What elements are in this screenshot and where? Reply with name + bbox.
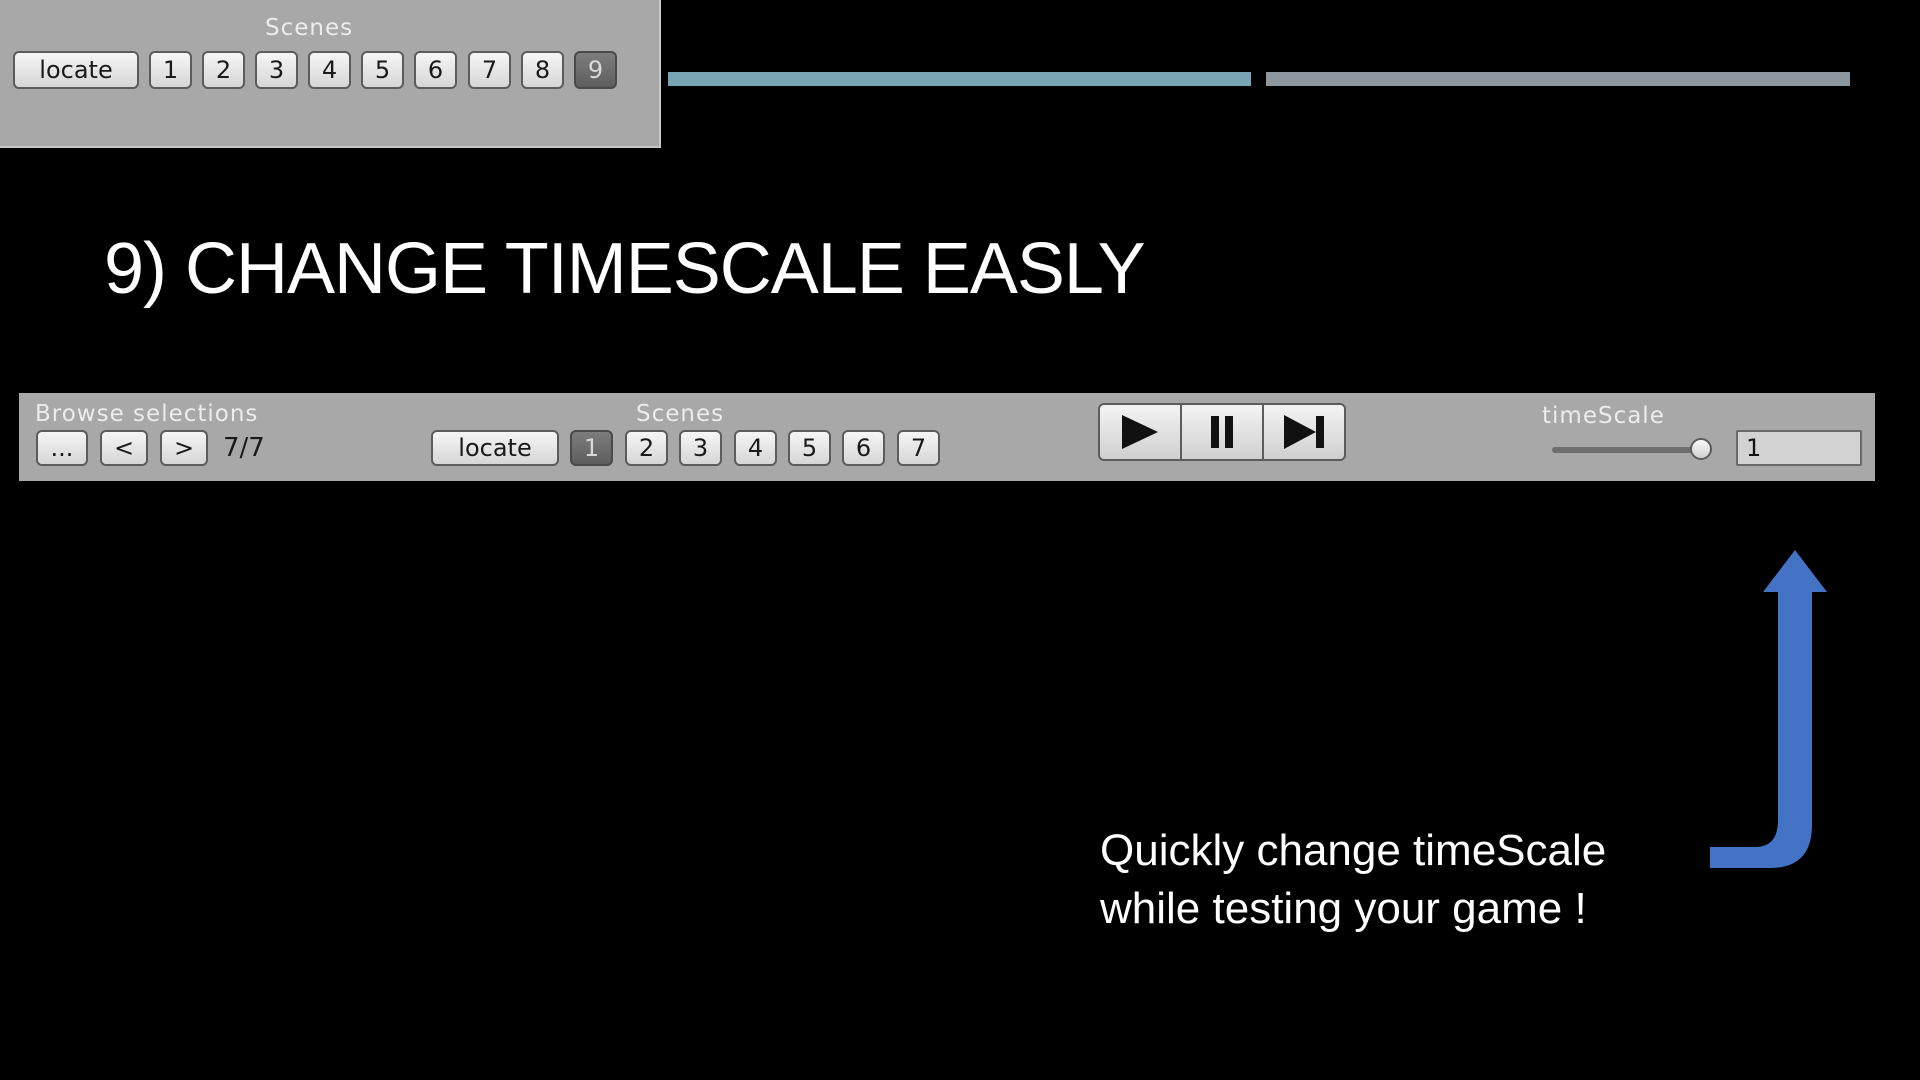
top-scene-button-8[interactable]: 8 [521,51,564,89]
playback-controls [1098,403,1346,461]
top-scene-button-9[interactable]: 9 [574,51,617,89]
timescale-slider-thumb[interactable] [1690,438,1712,460]
top-scene-button-5[interactable]: 5 [361,51,404,89]
toolbar-scenes-label: Scenes [636,401,725,427]
slide-title: 9) CHANGE TIMESCALE EASLY [104,229,1146,309]
toolbar-scene-button-4[interactable]: 4 [734,430,777,466]
top-scene-button-1[interactable]: 1 [149,51,192,89]
pause-button[interactable] [1182,405,1264,459]
toolbar-scene-button-6[interactable]: 6 [842,430,885,466]
play-button[interactable] [1100,405,1182,459]
progress-bar-right [1266,72,1850,86]
progress-bar-left [668,72,1251,86]
toolbar-locate-button[interactable]: locate [431,430,559,466]
up-arrow-icon [1710,550,1827,868]
play-icon [1122,415,1158,449]
caption-text: Quickly change timeScale while testing y… [1100,822,1606,938]
pause-icon [1211,416,1233,448]
selection-counter: 7/7 [223,433,265,463]
browse-selections-label: Browse selections [35,401,259,427]
caption-line-1: Quickly change timeScale [1100,826,1607,875]
top-scene-button-6[interactable]: 6 [414,51,457,89]
top-scene-button-3[interactable]: 3 [255,51,298,89]
toolbar-scene-button-7[interactable]: 7 [897,430,940,466]
toolbar-scene-button-5[interactable]: 5 [788,430,831,466]
top-scenes-label: Scenes [265,15,354,41]
top-scenes-panel: Scenes locate 123456789 [0,0,661,148]
next-selection-button[interactable]: > [160,430,208,466]
top-scene-button-2[interactable]: 2 [202,51,245,89]
toolbar-scene-button-1[interactable]: 1 [570,430,613,466]
more-button[interactable]: ... [36,430,88,466]
top-locate-button[interactable]: locate [13,51,139,89]
step-icon [1284,415,1324,449]
top-scene-button-4[interactable]: 4 [308,51,351,89]
toolbar-scene-button-3[interactable]: 3 [679,430,722,466]
top-scene-button-7[interactable]: 7 [468,51,511,89]
step-button[interactable] [1264,405,1344,459]
timescale-input[interactable] [1736,430,1862,466]
toolbar-scene-button-2[interactable]: 2 [625,430,668,466]
timescale-label: timeScale [1542,403,1665,429]
prev-selection-button[interactable]: < [100,430,148,466]
timescale-slider[interactable] [1552,438,1712,460]
caption-line-2: while testing your game ! [1100,884,1587,933]
